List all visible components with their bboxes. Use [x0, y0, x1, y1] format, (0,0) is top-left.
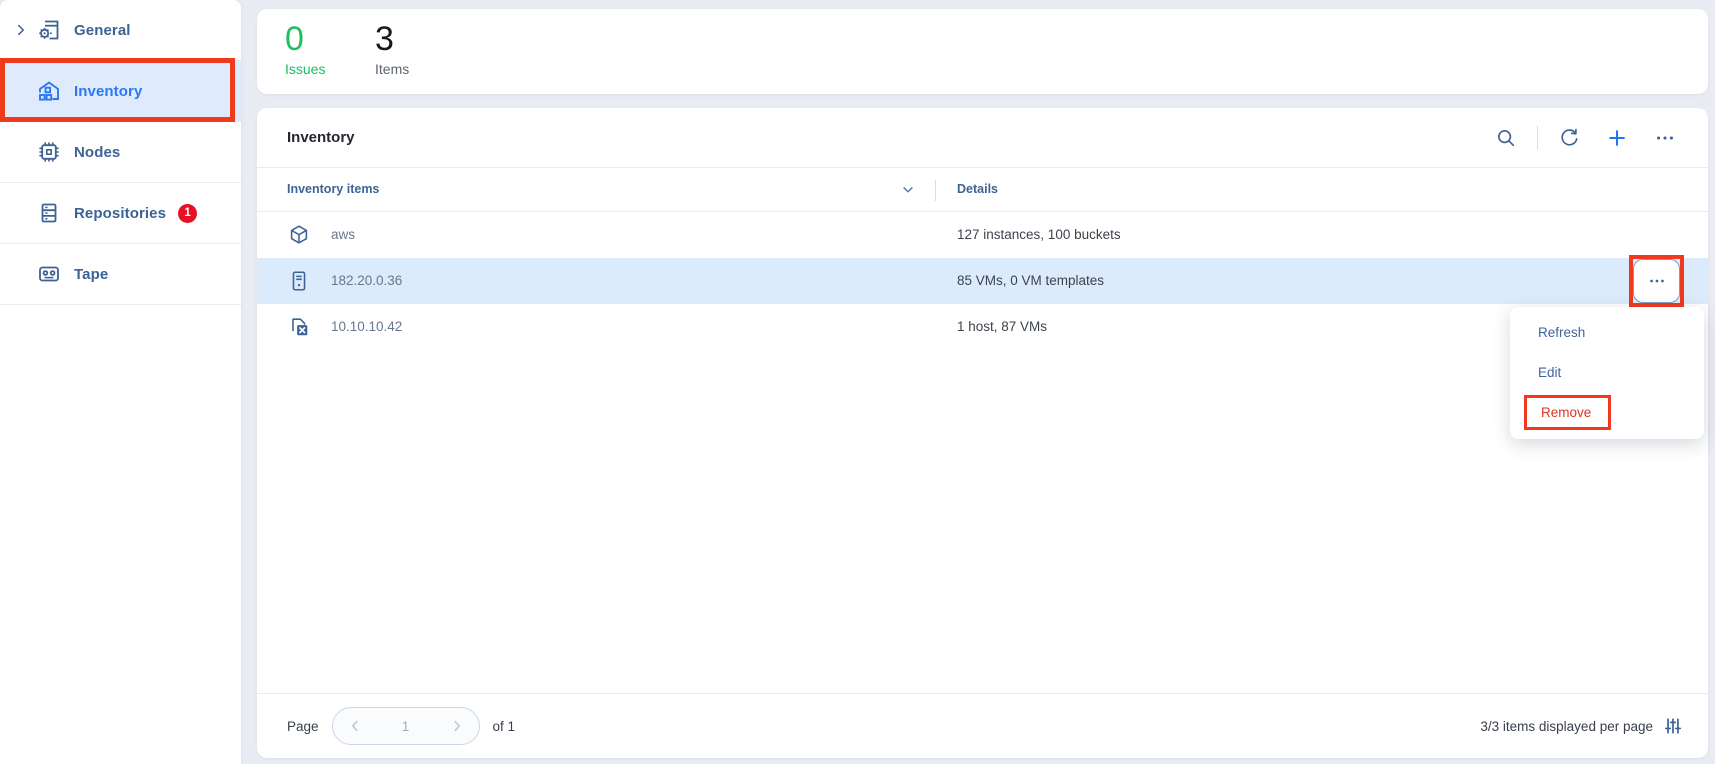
page-number-input[interactable]	[386, 719, 426, 734]
column-header-inventory-items[interactable]: Inventory items	[287, 182, 379, 196]
item-details: 127 instances, 100 buckets	[957, 227, 1121, 242]
window-gear-icon	[36, 17, 62, 43]
inventory-panel: Inventory	[257, 108, 1708, 758]
chevron-right-icon[interactable]	[14, 23, 28, 37]
cube-icon	[287, 223, 311, 247]
table-footer: Page of 1 3/3 items displayed per page	[257, 693, 1708, 758]
toolbar-divider	[1537, 126, 1538, 150]
items-per-page: 3/3 items displayed per page	[1480, 717, 1682, 735]
item-details: 85 VMs, 0 VM templates	[957, 273, 1104, 288]
items-stat: 3 Items	[375, 20, 465, 94]
items-count: 3	[375, 20, 465, 58]
row-actions-button[interactable]	[1633, 259, 1680, 303]
annotation-box-remove: Remove	[1524, 395, 1611, 430]
page-title: Inventory	[287, 129, 355, 146]
sidebar-item-label: Repositories	[74, 205, 166, 222]
issues-stat: 0 Issues	[285, 20, 375, 94]
sidebar-item-inventory[interactable]: Inventory	[0, 61, 241, 122]
column-divider	[935, 180, 936, 201]
menu-item-edit[interactable]: Edit	[1510, 352, 1704, 392]
sliders-icon[interactable]	[1664, 717, 1682, 735]
tape-cassette-icon	[36, 261, 62, 287]
ellipsis-icon	[1654, 127, 1676, 149]
item-details: 1 host, 87 VMs	[957, 319, 1047, 334]
table-header-row: Inventory items Details	[257, 168, 1708, 212]
menu-item-remove[interactable]: Remove	[1510, 392, 1704, 432]
server-icon	[287, 269, 311, 293]
more-actions-button[interactable]	[1648, 121, 1682, 155]
chip-icon	[36, 139, 62, 165]
row-context-menu: Refresh Edit Remove	[1510, 307, 1704, 439]
panel-toolbar	[1475, 121, 1682, 155]
item-name: aws	[331, 227, 355, 242]
page-pill	[332, 707, 480, 745]
menu-item-refresh[interactable]: Refresh	[1510, 312, 1704, 352]
refresh-icon	[1558, 127, 1580, 149]
items-summary: 3/3 items displayed per page	[1480, 719, 1653, 734]
page-label: Page	[287, 719, 319, 734]
summary-stats-card: 0 Issues 3 Items	[257, 9, 1708, 94]
host-x-icon	[287, 315, 311, 339]
menu-item-label: Edit	[1538, 365, 1561, 380]
item-name: 182.20.0.36	[331, 273, 402, 288]
sidebar: General Inventory Nodes	[0, 0, 241, 764]
table-row-182-20-0-36[interactable]: 182.20.0.36 85 VMs, 0 VM templates	[257, 258, 1708, 304]
sidebar-item-label: General	[74, 22, 131, 39]
table-row-aws[interactable]: aws 127 instances, 100 buckets	[257, 212, 1708, 258]
menu-item-label: Remove	[1541, 405, 1591, 420]
database-icon	[36, 200, 62, 226]
issues-count: 0	[285, 20, 375, 58]
sidebar-item-label: Inventory	[74, 83, 142, 100]
sidebar-item-nodes[interactable]: Nodes	[0, 122, 241, 183]
chevron-down-icon[interactable]	[901, 183, 915, 197]
search-icon	[1495, 127, 1517, 149]
items-label: Items	[375, 61, 465, 77]
sidebar-item-general[interactable]: General	[0, 0, 241, 61]
table-row-10-10-10-42[interactable]: 10.10.10.42 1 host, 87 VMs	[257, 304, 1708, 350]
column-header-details[interactable]: Details	[957, 182, 998, 196]
chevron-right-icon[interactable]	[450, 719, 464, 733]
repositories-count-badge: 1	[178, 204, 197, 223]
issues-label: Issues	[285, 61, 375, 77]
plus-icon	[1606, 127, 1628, 149]
warehouse-icon	[36, 78, 62, 104]
sidebar-item-label: Tape	[74, 266, 108, 283]
pagination: Page of 1	[287, 707, 515, 745]
add-button[interactable]	[1600, 121, 1634, 155]
item-name: 10.10.10.42	[331, 319, 402, 334]
panel-header: Inventory	[257, 108, 1708, 168]
refresh-button[interactable]	[1552, 121, 1586, 155]
sidebar-item-label: Nodes	[74, 144, 120, 161]
sidebar-item-tape[interactable]: Tape	[0, 244, 241, 305]
search-button[interactable]	[1489, 121, 1523, 155]
chevron-left-icon[interactable]	[348, 719, 362, 733]
page-of-label: of 1	[493, 719, 516, 734]
ellipsis-icon	[1647, 271, 1667, 291]
menu-item-label: Refresh	[1538, 325, 1585, 340]
sidebar-item-repositories[interactable]: Repositories 1	[0, 183, 241, 244]
